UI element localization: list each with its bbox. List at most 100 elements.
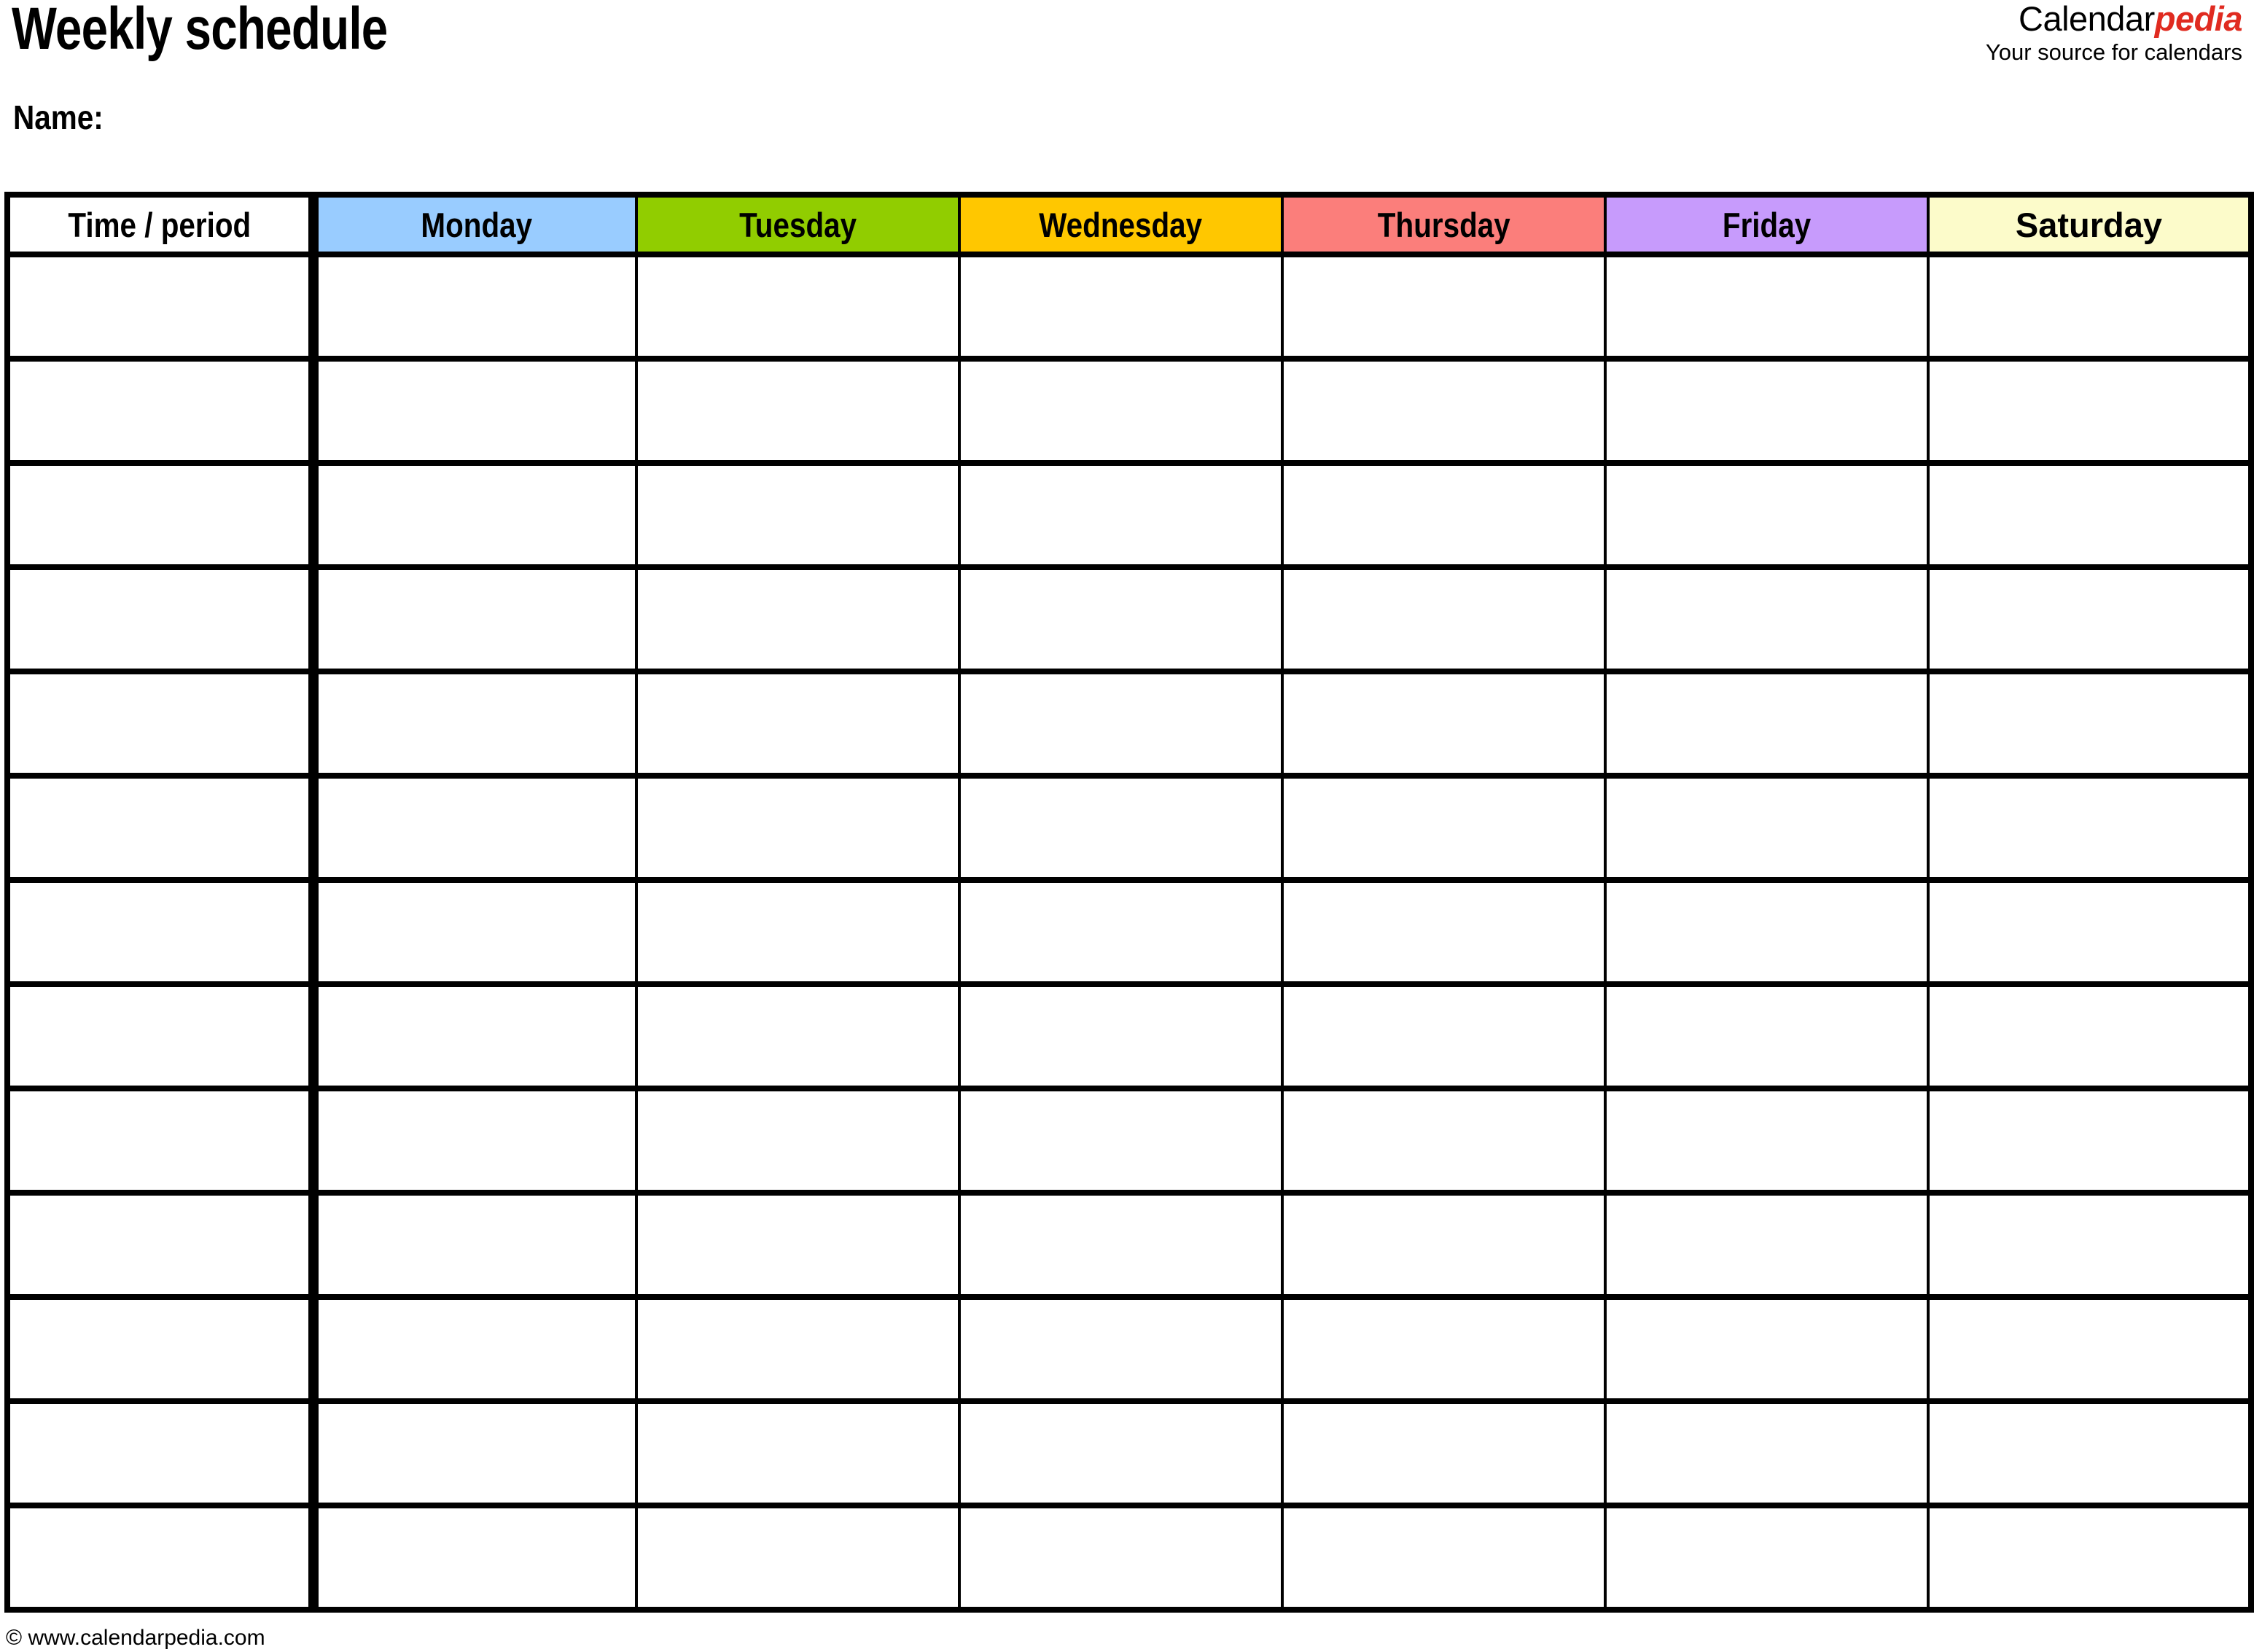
cell-saturday[interactable] xyxy=(1927,1294,2254,1404)
cell-saturday[interactable] xyxy=(1927,1398,2254,1508)
cell-tuesday[interactable] xyxy=(635,773,961,883)
cell-tuesday[interactable] xyxy=(635,356,961,466)
cell-monday[interactable] xyxy=(312,1294,638,1404)
cell-tuesday[interactable] xyxy=(635,1294,961,1404)
cell-time-period[interactable] xyxy=(4,669,319,779)
cell-time-period[interactable] xyxy=(4,356,319,466)
cell-tuesday[interactable] xyxy=(635,1503,961,1613)
cell-monday[interactable] xyxy=(312,564,638,674)
cell-friday[interactable] xyxy=(1604,564,1930,674)
cell-wednesday[interactable] xyxy=(958,252,1284,362)
cell-saturday[interactable] xyxy=(1927,1086,2254,1196)
cell-time-period[interactable] xyxy=(4,1190,319,1300)
table-row xyxy=(4,1190,2254,1300)
cell-thursday[interactable] xyxy=(1281,460,1607,570)
cell-tuesday[interactable] xyxy=(635,1398,961,1508)
cell-monday[interactable] xyxy=(312,1398,638,1508)
cell-wednesday[interactable] xyxy=(958,564,1284,674)
cell-monday[interactable] xyxy=(312,356,638,466)
cell-time-period[interactable] xyxy=(4,773,319,883)
weekly-schedule-table: Time / period Monday Tuesday Wednesday Thurs… xyxy=(4,192,2254,1613)
cell-wednesday[interactable] xyxy=(958,1190,1284,1300)
cell-saturday[interactable] xyxy=(1927,669,2254,779)
cell-friday[interactable] xyxy=(1604,981,1930,1091)
cell-time-period[interactable] xyxy=(4,1086,319,1196)
cell-tuesday[interactable] xyxy=(635,981,961,1091)
cell-saturday[interactable] xyxy=(1927,460,2254,570)
cell-tuesday[interactable] xyxy=(635,1086,961,1196)
cell-monday[interactable] xyxy=(312,877,638,987)
table-row xyxy=(4,1294,2254,1404)
cell-saturday[interactable] xyxy=(1927,252,2254,362)
cell-wednesday[interactable] xyxy=(958,981,1284,1091)
cell-wednesday[interactable] xyxy=(958,1503,1284,1613)
cell-wednesday[interactable] xyxy=(958,1086,1284,1196)
cell-tuesday[interactable] xyxy=(635,1190,961,1300)
cell-thursday[interactable] xyxy=(1281,877,1607,987)
cell-time-period[interactable] xyxy=(4,252,319,362)
cell-wednesday[interactable] xyxy=(958,460,1284,570)
cell-thursday[interactable] xyxy=(1281,564,1607,674)
cell-thursday[interactable] xyxy=(1281,1190,1607,1300)
cell-tuesday[interactable] xyxy=(635,460,961,570)
cell-thursday[interactable] xyxy=(1281,1086,1607,1196)
table-row xyxy=(4,773,2254,883)
cell-saturday[interactable] xyxy=(1927,773,2254,883)
cell-time-period[interactable] xyxy=(4,1503,319,1613)
cell-time-period[interactable] xyxy=(4,460,319,570)
cell-friday[interactable] xyxy=(1604,1190,1930,1300)
cell-friday[interactable] xyxy=(1604,773,1930,883)
cell-monday[interactable] xyxy=(312,252,638,362)
cell-monday[interactable] xyxy=(312,1190,638,1300)
header-label: Monday xyxy=(421,205,533,244)
cell-tuesday[interactable] xyxy=(635,877,961,987)
cell-wednesday[interactable] xyxy=(958,773,1284,883)
cell-time-period[interactable] xyxy=(4,1294,319,1404)
cell-friday[interactable] xyxy=(1604,669,1930,779)
cell-time-period[interactable] xyxy=(4,1398,319,1508)
cell-thursday[interactable] xyxy=(1281,773,1607,883)
cell-wednesday[interactable] xyxy=(958,877,1284,987)
cell-thursday[interactable] xyxy=(1281,252,1607,362)
cell-time-period[interactable] xyxy=(4,981,319,1091)
cell-thursday[interactable] xyxy=(1281,1398,1607,1508)
cell-friday[interactable] xyxy=(1604,1294,1930,1404)
cell-wednesday[interactable] xyxy=(958,669,1284,779)
cell-thursday[interactable] xyxy=(1281,1503,1607,1613)
cell-wednesday[interactable] xyxy=(958,356,1284,466)
cell-monday[interactable] xyxy=(312,460,638,570)
cell-monday[interactable] xyxy=(312,1086,638,1196)
cell-tuesday[interactable] xyxy=(635,564,961,674)
cell-saturday[interactable] xyxy=(1927,981,2254,1091)
table-row xyxy=(4,1086,2254,1196)
cell-tuesday[interactable] xyxy=(635,252,961,362)
cell-monday[interactable] xyxy=(312,773,638,883)
cell-friday[interactable] xyxy=(1604,1086,1930,1196)
cell-saturday[interactable] xyxy=(1927,877,2254,987)
cell-monday[interactable] xyxy=(312,669,638,779)
cell-time-period[interactable] xyxy=(4,877,319,987)
cell-thursday[interactable] xyxy=(1281,669,1607,779)
table-row xyxy=(4,460,2254,570)
cell-time-period[interactable] xyxy=(4,564,319,674)
header-cell-tuesday: Tuesday xyxy=(635,192,961,257)
cell-friday[interactable] xyxy=(1604,877,1930,987)
cell-saturday[interactable] xyxy=(1927,356,2254,466)
cell-tuesday[interactable] xyxy=(635,669,961,779)
header-cell-monday: Monday xyxy=(312,192,638,257)
cell-friday[interactable] xyxy=(1604,1503,1930,1613)
cell-friday[interactable] xyxy=(1604,460,1930,570)
cell-saturday[interactable] xyxy=(1927,1503,2254,1613)
cell-saturday[interactable] xyxy=(1927,564,2254,674)
cell-wednesday[interactable] xyxy=(958,1398,1284,1508)
cell-thursday[interactable] xyxy=(1281,981,1607,1091)
cell-thursday[interactable] xyxy=(1281,1294,1607,1404)
cell-thursday[interactable] xyxy=(1281,356,1607,466)
cell-friday[interactable] xyxy=(1604,1398,1930,1508)
cell-saturday[interactable] xyxy=(1927,1190,2254,1300)
cell-wednesday[interactable] xyxy=(958,1294,1284,1404)
cell-friday[interactable] xyxy=(1604,356,1930,466)
cell-monday[interactable] xyxy=(312,1503,638,1613)
cell-monday[interactable] xyxy=(312,981,638,1091)
cell-friday[interactable] xyxy=(1604,252,1930,362)
